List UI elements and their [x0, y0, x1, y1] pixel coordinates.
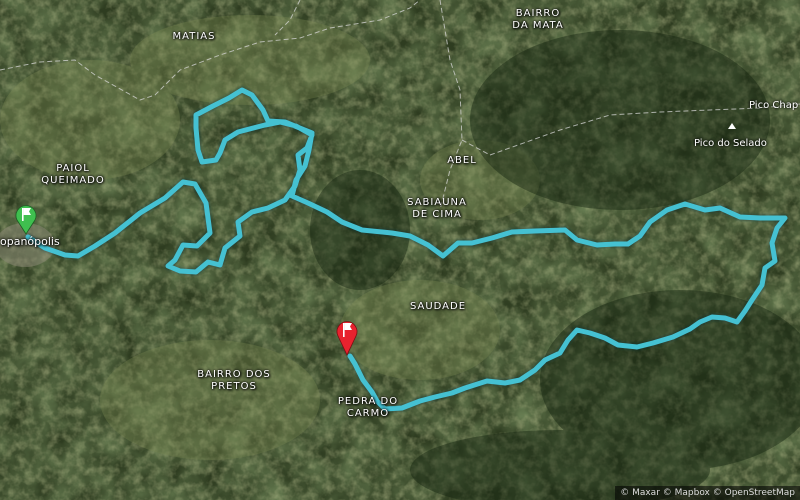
peak-label-pico-do-selado: Pico do Selado [694, 138, 767, 149]
map-attribution[interactable]: © Maxar © Mapbox © OpenStreetMap [615, 486, 800, 500]
start-marker[interactable] [14, 203, 38, 235]
end-marker[interactable] [335, 318, 359, 356]
place-label-sabiauna-de-cima: SABIAUNA DE CIMA [407, 197, 467, 220]
peak-label-pico-chapeu: Pico Chap [749, 100, 799, 111]
place-label-abel: ABEL [447, 155, 477, 166]
place-label-saudade: SAUDADE [409, 301, 467, 312]
place-label-matias: MATIAS [172, 31, 216, 42]
place-label-pedra-do-carmo: PEDRA DO CARMO [337, 396, 399, 419]
map-view[interactable]: MATIAS BAIRRO DA MATA PAIOL QUEIMADO ABE… [0, 0, 800, 500]
place-label-bairro-da-mata: BAIRRO DA MATA [512, 8, 564, 31]
place-label-bairro-dos-pretos: BAIRRO DOS PRETOS [197, 369, 271, 392]
place-label-town-left: opanópolis [0, 235, 60, 248]
place-label-paiol-queimado: PAIOL QUEIMADO [41, 163, 105, 186]
peak-icon [728, 123, 736, 129]
map-canvas [0, 0, 800, 500]
